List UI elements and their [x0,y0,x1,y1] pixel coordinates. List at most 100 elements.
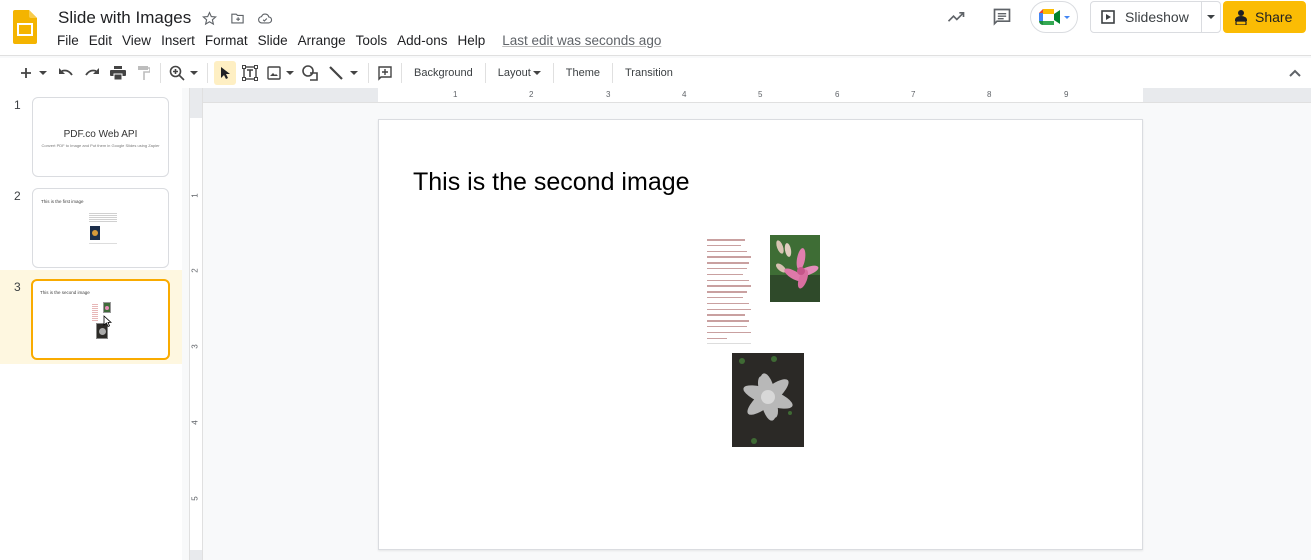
menu-tools[interactable]: Tools [351,33,393,48]
thumb-caption-line [89,243,117,244]
slide-number: 2 [14,189,21,203]
thumb-title: This is the first image [41,199,84,204]
slide-thumbnail[interactable]: This is the first image [32,188,169,268]
shape-icon[interactable] [300,61,320,85]
cloud-saved-icon[interactable] [256,9,274,27]
hruler-label: 3 [606,90,611,99]
menu-bar: File Edit View Insert Format Slide Arran… [52,33,661,48]
slideshow-button-group: Slideshow [1090,1,1221,33]
filmstrip-slide-2[interactable]: 2 This is the first image [0,179,182,268]
google-meet-button[interactable] [1030,1,1078,33]
layout-button[interactable]: Layout [492,61,547,85]
menu-insert[interactable]: Insert [156,33,200,48]
redo-icon[interactable] [82,61,102,85]
menu-view[interactable]: View [117,33,156,48]
collapse-menus-icon[interactable] [1285,63,1305,83]
share-label: Share [1255,9,1293,25]
print-icon[interactable] [108,61,128,85]
hruler-label: 5 [758,90,763,99]
google-meet-icon [1039,9,1070,25]
image-dropdown-icon[interactable] [284,61,296,85]
menu-help[interactable]: Help [452,33,490,48]
slide-thumbnail[interactable]: PDF.co Web API Convert PDF to Image and … [32,97,169,177]
present-icon [1101,10,1115,24]
hruler-label: 9 [1064,90,1069,99]
menu-slide[interactable]: Slide [253,33,293,48]
toolbar-divider [401,63,402,83]
select-icon[interactable] [214,61,236,85]
vruler-label: 1 [190,193,200,198]
slide-number: 1 [14,98,21,112]
menu-edit[interactable]: Edit [84,33,117,48]
vruler-label: 4 [190,420,200,425]
thumb-title: PDF.co Web API [63,129,138,140]
menu-addons[interactable]: Add-ons [392,33,452,48]
filmstrip-slide-3[interactable]: 3 This is the second image [0,270,182,364]
toolbar-divider [160,63,161,83]
top-bar: Slide with Images File Edit View Insert … [0,0,1311,56]
new-slide-icon[interactable] [16,61,36,85]
thumb-title: This is the second image [40,290,90,295]
layout-dropdown-icon [532,70,541,75]
thumb-subtitle: Convert PDF to Image and Put them in Goo… [41,143,160,148]
vruler-label: 2 [190,268,200,273]
vruler-label: 3 [190,344,200,349]
text-box-icon[interactable] [240,61,260,85]
thumb-image [90,226,100,240]
toolbar-divider [207,63,208,83]
zoom-icon[interactable] [167,61,187,85]
thumb-lily-image [103,302,111,313]
activity-dashboard-icon[interactable] [944,0,968,34]
slide-title-textbox[interactable]: This is the second image [413,168,690,197]
comment-add-icon[interactable] [375,61,395,85]
toolbar-divider [612,63,613,83]
hruler-label: 1 [453,90,458,99]
filmstrip-slide-1[interactable]: 1 PDF.co Web API Convert PDF to Image an… [0,88,182,177]
move-to-folder-icon[interactable] [228,9,246,27]
mouse-cursor-icon [103,315,112,327]
star-icon[interactable] [200,9,218,27]
document-text-image[interactable] [707,239,753,345]
vruler-label: 5 [190,496,200,501]
paint-format-icon[interactable] [134,61,154,85]
toolbar-divider [484,63,486,83]
line-icon[interactable] [326,61,346,85]
menu-format[interactable]: Format [200,33,253,48]
slideshow-label: Slideshow [1125,9,1189,25]
document-title[interactable]: Slide with Images [58,8,191,28]
slideshow-dropdown-icon[interactable] [1202,14,1220,20]
zoom-dropdown-icon[interactable] [187,61,201,85]
new-slide-dropdown-icon[interactable] [36,61,50,85]
share-lock-person-icon [1235,10,1247,25]
share-button[interactable]: Share [1223,1,1307,33]
menu-file[interactable]: File [52,33,84,48]
undo-icon[interactable] [56,61,76,85]
hruler-label: 7 [911,90,916,99]
vertical-ruler: 1 2 3 4 5 [190,88,203,560]
layout-label: Layout [497,67,531,79]
hruler-label: 8 [987,90,992,99]
thumb-text-image [89,213,117,223]
dusty-miller-image[interactable] [732,353,804,447]
image-icon[interactable] [264,61,284,85]
transition-button[interactable]: Transition [619,61,679,85]
menu-arrange[interactable]: Arrange [293,33,351,48]
slide-editor[interactable]: This is the second image [378,119,1143,550]
horizontal-ruler: 1 2 3 4 5 6 7 8 9 [203,88,1311,103]
slide-thumbnail-selected[interactable]: This is the second image [31,279,170,360]
comment-icon[interactable] [990,0,1014,34]
last-edit-link[interactable]: Last edit was seconds ago [502,33,661,48]
google-slides-logo[interactable] [13,10,37,44]
line-dropdown-icon[interactable] [346,61,362,85]
toolbar-divider [368,63,369,83]
toolbar-divider [552,63,554,83]
toolbar: Background Layout Theme Transition [0,58,1311,88]
hruler-label: 2 [529,90,534,99]
hruler-label: 4 [682,90,687,99]
background-button[interactable]: Background [408,61,479,85]
theme-button[interactable]: Theme [560,61,606,85]
hruler-label: 6 [835,90,840,99]
slide-number: 3 [14,280,21,294]
pink-lily-image[interactable] [770,235,820,302]
slideshow-button[interactable]: Slideshow [1091,2,1202,32]
